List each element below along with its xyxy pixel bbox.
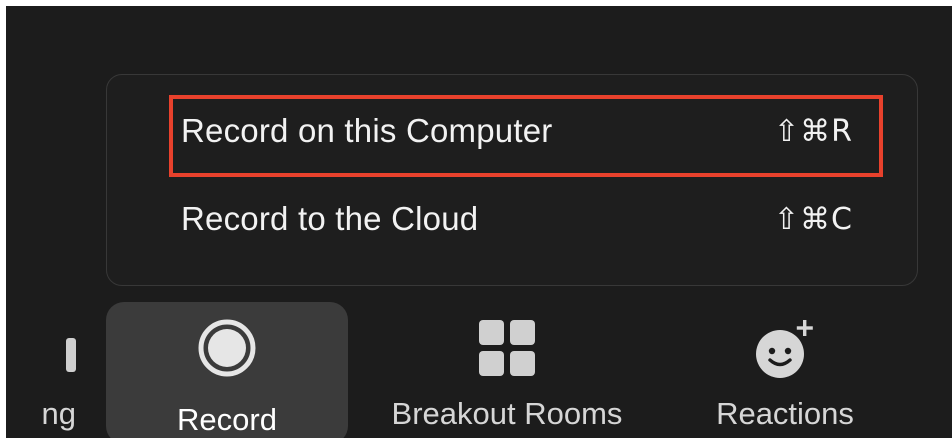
record-icon — [197, 318, 257, 383]
menu-item-label: Record on this Computer — [181, 112, 553, 149]
menu-item-shortcut: ⇧⌘C — [773, 201, 853, 237]
meeting-toolbar: ng Record Breakout Rooms Reactions — [6, 296, 952, 438]
breakout-rooms-label: Breakout Rooms — [391, 396, 623, 431]
record-on-this-computer-item[interactable]: Record on this Computer ⇧⌘R — [169, 93, 865, 169]
reactions-icon — [750, 318, 820, 387]
breakout-rooms-icon — [477, 318, 537, 383]
partial-icon — [66, 338, 76, 377]
menu-item-shortcut: ⇧⌘R — [774, 113, 853, 149]
menu-item-label: Record to the Cloud — [181, 200, 479, 237]
toolbar-button-label: ng — [41, 396, 76, 431]
reactions-label: Reactions — [716, 396, 854, 431]
reactions-button[interactable]: Reactions — [692, 302, 878, 438]
record-button[interactable]: Record — [106, 302, 348, 438]
record-to-the-cloud-item[interactable]: Record to the Cloud ⇧⌘C — [169, 181, 865, 257]
breakout-rooms-button[interactable]: Breakout Rooms — [372, 302, 642, 438]
record-menu: Record on this Computer ⇧⌘R Record to th… — [106, 74, 918, 286]
meeting-window: Record on this Computer ⇧⌘R Record to th… — [6, 6, 952, 438]
record-button-label: Record — [177, 402, 277, 437]
toolbar-button-partial[interactable]: ng — [6, 302, 76, 438]
